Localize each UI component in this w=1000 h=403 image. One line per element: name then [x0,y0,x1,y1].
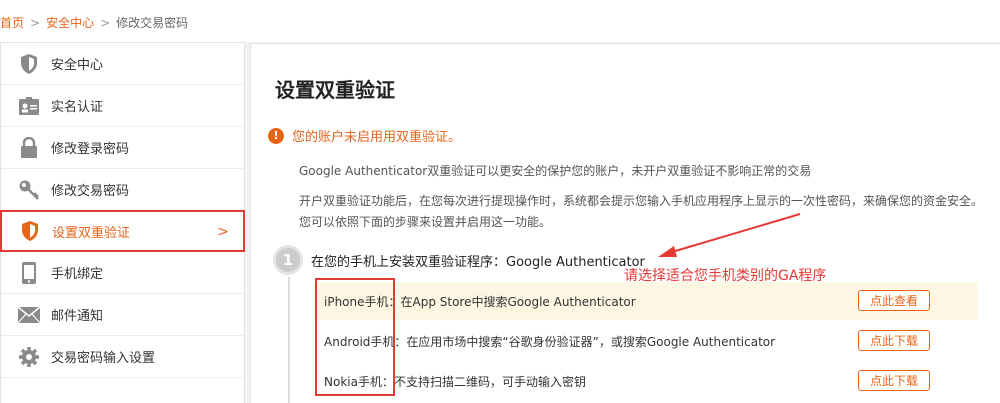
sidebar: 安全中心 实名认证 修改登录密码 修改交易密码 设置双重验证 > 手机绑定 邮件… [0,42,245,403]
sidebar-item-real-name[interactable]: 实名认证 [1,85,244,127]
download-button[interactable]: 点此下载 [858,370,930,391]
mail-icon [17,303,41,327]
gear-icon [17,345,41,369]
breadcrumb-separator: > [100,16,111,30]
sidebar-item-change-login-password[interactable]: 修改登录密码 [1,127,244,169]
lock-icon [17,136,41,160]
sidebar-item-label: 修改登录密码 [51,142,130,157]
breadcrumb: 首页 > 安全中心 > 修改交易密码 [0,0,1000,42]
row-label: Android手机：在应用市场中搜索“谷歌身份验证器”，或搜索Google Au… [324,334,776,349]
row-label: iPhone手机：在App Store中搜索Google Authenticat… [324,294,636,309]
warning-text: 您的账户未启用用双重验证。 [292,130,462,145]
warning-message: ! 您的账户未启用用双重验证。 [268,126,461,145]
view-button[interactable]: 点此查看 [858,290,930,311]
download-button[interactable]: 点此下载 [858,330,930,351]
shield-check-icon [18,219,42,243]
sidebar-item-label: 邮件通知 [51,309,104,324]
sidebar-item-two-factor[interactable]: 设置双重验证 > [0,210,245,252]
sidebar-item-label: 实名认证 [51,100,104,115]
step-title: 在您的手机上安装双重验证程序：Google Authenticator [311,254,645,270]
sidebar-item-change-trade-password[interactable]: 修改交易密码 [1,169,244,211]
sidebar-item-email-notice[interactable]: 邮件通知 [1,294,244,336]
step-connector-line [288,277,290,403]
shield-icon [17,52,41,76]
sidebar-item-label: 手机绑定 [51,267,104,282]
chevron-right-icon: > [217,224,229,240]
list-item: Android手机：在应用市场中搜索“谷歌身份验证器”，或搜索Google Au… [314,322,978,360]
step-number-badge: 1 [273,245,303,275]
sidebar-item-label: 安全中心 [51,58,104,73]
phone-icon [17,261,41,285]
warning-icon: ! [268,127,284,144]
step-header: 1 在您的手机上安装双重验证程序：Google Authenticator [273,245,645,275]
list-item: Nokia手机：不支持扫描二维码，可手动输入密钥 点此下载 [314,362,978,400]
key-icon [17,178,41,202]
page-body: 安全中心 实名认证 修改登录密码 修改交易密码 设置双重验证 > 手机绑定 邮件… [0,42,1000,403]
sidebar-item-trade-password-settings[interactable]: 交易密码输入设置 [1,336,244,378]
breadcrumb-home-link[interactable]: 首页 [0,16,24,30]
breadcrumb-current: 修改交易密码 [116,16,189,30]
description-text: Google Authenticator双重验证可以更安全的保护您的账户，未开户… [299,164,812,178]
breadcrumb-separator: > [30,16,41,30]
description-text: 开户双重验证功能后，在您每次进行提现操作时，系统都会提示您输入手机应用程序上显示… [299,194,984,229]
sidebar-item-security-center[interactable]: 安全中心 [1,43,244,85]
sidebar-item-phone-binding[interactable]: 手机绑定 [1,252,244,294]
sidebar-item-label: 交易密码输入设置 [51,351,156,366]
sidebar-item-label: 设置双重验证 [52,225,131,241]
breadcrumb-security-link[interactable]: 安全中心 [46,16,94,30]
id-card-icon [17,94,41,118]
main-panel: 设置双重验证 ! 您的账户未启用用双重验证。 Google Authentica… [250,43,1000,403]
list-item: iPhone手机：在App Store中搜索Google Authenticat… [314,282,978,320]
row-label: Nokia手机：不支持扫描二维码，可手动输入密钥 [324,374,586,389]
sidebar-item-label: 修改交易密码 [51,184,130,199]
page-title: 设置双重验证 [275,78,395,102]
